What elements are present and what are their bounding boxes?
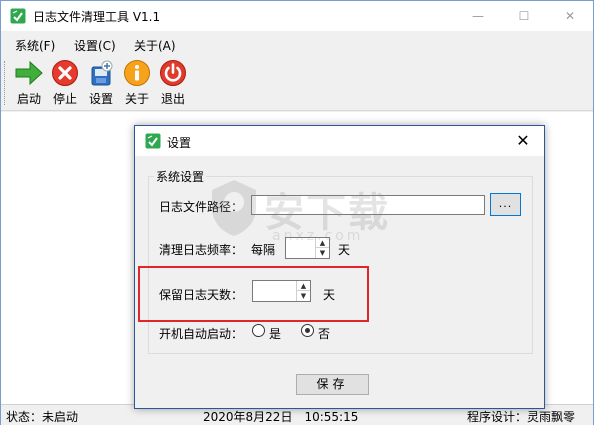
keep-days-spinner[interactable]: ▲ ▼: [252, 280, 311, 302]
frequency-input[interactable]: [286, 238, 316, 258]
clean-frequency-label: 清理日志频率：: [159, 243, 244, 257]
start-button[interactable]: 启动: [11, 59, 47, 109]
autostart-no-label: 否: [318, 327, 331, 341]
settings-button[interactable]: 设置: [83, 59, 119, 109]
exit-label: 退出: [160, 92, 185, 106]
settings-icon: [91, 60, 113, 86]
dialog-app-icon: [145, 133, 161, 149]
autostart-no-radio[interactable]: [301, 324, 314, 337]
log-path-input[interactable]: [251, 195, 485, 215]
stop-label: 停止: [52, 92, 77, 106]
stop-button[interactable]: 停止: [47, 59, 83, 109]
every-label: 每隔: [251, 243, 276, 257]
toolbar-grip: [4, 61, 7, 105]
autostart-label: 开机自动启动：: [159, 327, 244, 341]
menu-settings[interactable]: 设置(C): [74, 37, 116, 54]
dialog-title-bar: 设置 ✕: [135, 126, 544, 156]
keep-days-down-arrow-icon[interactable]: ▼: [297, 291, 310, 301]
app-icon: [10, 8, 26, 24]
status-text: 状态：未启动: [6, 410, 79, 424]
frequency-up-arrow-icon[interactable]: ▲: [316, 238, 329, 248]
keep-days-label: 保留日志天数：: [159, 288, 244, 302]
settings-label: 设置: [88, 92, 113, 106]
frequency-down-arrow-icon[interactable]: ▼: [316, 248, 329, 258]
radio-selected-dot: [305, 328, 310, 333]
info-icon: [124, 60, 150, 86]
exit-button[interactable]: 退出: [155, 59, 191, 109]
menu-about[interactable]: 关于(A): [134, 37, 176, 54]
keep-days-up-arrow-icon[interactable]: ▲: [297, 281, 310, 291]
status-datetime: 2020年8月22日 10:55:15: [203, 410, 359, 424]
menu-bar: 系统(F) 设置(C) 关于(A): [1, 31, 593, 57]
autostart-yes-label: 是: [269, 327, 282, 341]
stop-x-icon: [52, 60, 78, 86]
log-path-label: 日志文件路径：: [159, 200, 244, 214]
save-button[interactable]: 保存: [296, 374, 369, 395]
about-button[interactable]: 关于: [119, 59, 155, 109]
title-bar: 日志文件清理工具 V1.1 — ☐ ✕: [1, 1, 593, 31]
keep-days-unit-label: 天: [323, 288, 336, 302]
power-icon: [160, 60, 186, 86]
group-title: 系统设置: [154, 168, 207, 185]
menu-system[interactable]: 系统(F): [15, 37, 55, 54]
frequency-spinner-arrows: ▲ ▼: [315, 238, 329, 258]
toolbar: 启动 停止 设置 关于 退出: [1, 57, 593, 111]
keep-days-input[interactable]: [253, 281, 297, 301]
about-label: 关于: [124, 92, 149, 106]
minimize-button[interactable]: —: [455, 1, 501, 31]
start-label: 启动: [16, 92, 41, 106]
frequency-unit-label: 天: [338, 243, 351, 257]
status-designer: 程序设计：灵雨飘零: [467, 410, 576, 424]
settings-dialog: 设置 ✕ 系统设置 日志文件路径： ... 清理日志频率： 每隔 ▲ ▼ 天 保…: [134, 125, 545, 409]
close-button[interactable]: ✕: [547, 1, 593, 31]
maximize-button[interactable]: ☐: [501, 1, 547, 31]
dialog-title: 设置: [167, 136, 192, 150]
window-title: 日志文件清理工具 V1.1: [33, 10, 161, 24]
frequency-spinner[interactable]: ▲ ▼: [285, 237, 330, 259]
autostart-yes-radio[interactable]: [252, 324, 265, 337]
start-arrow-icon: [15, 60, 43, 86]
dialog-close-button[interactable]: ✕: [513, 131, 533, 151]
keep-days-spinner-arrows: ▲ ▼: [296, 281, 310, 301]
browse-button[interactable]: ...: [490, 193, 521, 216]
